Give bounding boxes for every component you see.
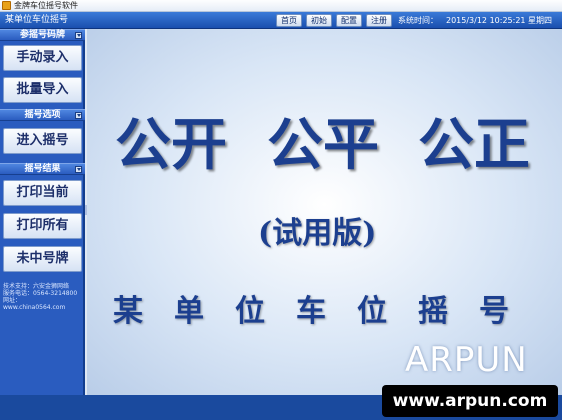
support-line: 网址：www.china0564.com [3, 297, 66, 311]
collapse-icon[interactable] [75, 32, 82, 39]
window-title: 金牌车位摇号软件 [14, 1, 78, 10]
home-button[interactable]: 首页 [276, 14, 302, 27]
section-title: 摇号选项 [24, 110, 61, 120]
watermark-logo: ARPUN [405, 340, 528, 380]
section-header-results: 摇号结果 [0, 163, 85, 175]
section-title: 参摇号码牌 [19, 30, 65, 40]
lottery-title: 某单位车位摇号 [113, 294, 540, 329]
section-header-options: 摇号选项 [0, 109, 85, 121]
collapse-icon[interactable] [75, 166, 82, 173]
slogan-fair: 公平 [267, 112, 379, 178]
sidebar: 参摇号码牌 手动录入 批量导入 摇号选项 进入摇号 摇号结果 打印当前 打印所有… [0, 29, 85, 395]
init-button[interactable]: 初始 [306, 14, 332, 27]
system-time-value: 2015/3/12 10:25:21 星期四 [446, 16, 553, 25]
app-icon [2, 1, 11, 10]
print-all-button[interactable]: 打印所有 [3, 213, 82, 239]
window-title-bar: 金牌车位摇号软件 [0, 0, 562, 12]
slogan-just: 公正 [418, 112, 530, 178]
support-line: 技术支持：六安金狮网络 [3, 283, 70, 290]
support-info: 技术支持：六安金狮网络 服务电话：0564-3214800 网址：www.chi… [3, 283, 83, 311]
register-button[interactable]: 注册 [366, 14, 392, 27]
section-title: 摇号结果 [24, 164, 61, 174]
watermark-url: www.arpun.com [382, 385, 558, 417]
slogan-open: 公开 [115, 112, 227, 178]
config-button[interactable]: 配置 [336, 14, 362, 27]
system-time-label: 系统时间： [398, 16, 438, 25]
unit-name: 某单位车位摇号 [5, 15, 69, 25]
not-selected-button[interactable]: 未中号牌 [3, 246, 82, 272]
support-line: 服务电话：0564-3214800 [3, 290, 78, 297]
manual-entry-button[interactable]: 手动录入 [3, 45, 82, 71]
trial-label: (试用版) [258, 216, 377, 251]
batch-import-button[interactable]: 批量导入 [3, 77, 82, 103]
header-bar: 某单位车位摇号 首页 初始 配置 注册 系统时间： 2015/3/12 10:2… [0, 12, 562, 29]
collapse-icon[interactable] [75, 112, 82, 119]
print-current-button[interactable]: 打印当前 [3, 180, 82, 206]
section-header-participants: 参摇号码牌 [0, 29, 85, 41]
start-lottery-button[interactable]: 进入摇号 [3, 128, 82, 154]
